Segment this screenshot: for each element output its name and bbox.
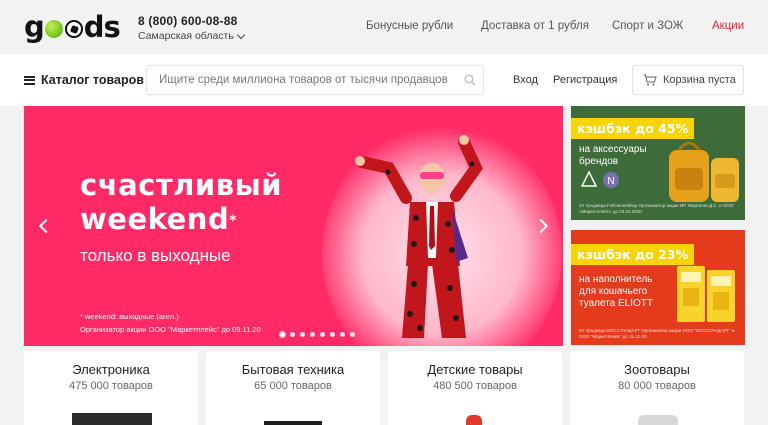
- brand-logos-icon: N: [581, 170, 619, 188]
- carousel-dot[interactable]: [320, 332, 325, 337]
- cart-button[interactable]: Корзина пуста: [632, 65, 744, 95]
- category-count: 80 000 товаров: [618, 380, 696, 392]
- category-image: [466, 415, 482, 425]
- search-bar-row: Каталог товаров Вход Регистрация Корзина…: [0, 54, 768, 106]
- banner-headline-line2: weekend: [80, 202, 230, 236]
- category-card-kids[interactable]: Детские товары 480 500 товаров: [388, 351, 562, 425]
- region-label: Самарская область: [138, 30, 234, 42]
- nav-bonus-rubles[interactable]: Бонусные рубли: [366, 20, 453, 32]
- carousel-dot[interactable]: [280, 332, 285, 337]
- category-card-appliances[interactable]: Бытовая техника 65 000 товаров: [206, 351, 380, 425]
- catalog-label: Каталог товаров: [41, 73, 144, 87]
- category-image: [638, 415, 678, 425]
- search-icon[interactable]: [464, 74, 476, 86]
- category-image: [264, 421, 322, 425]
- side-banner-line: туалета ELIOTT: [579, 298, 654, 309]
- main-promo-banner[interactable]: счастливый weekend* только в выходные * …: [24, 106, 563, 346]
- banner-headline: счастливый weekend*: [80, 168, 282, 236]
- cart-label: Корзина пуста: [663, 74, 736, 86]
- carousel-dot[interactable]: [290, 332, 295, 337]
- category-name: Детские товары: [427, 362, 523, 377]
- search-input[interactable]: [146, 65, 484, 95]
- nav-delivery[interactable]: Доставка от 1 рубля: [481, 20, 589, 32]
- dancing-man-illustration: [355, 135, 483, 338]
- backpack-illustration: [669, 141, 739, 202]
- register-link[interactable]: Регистрация: [553, 74, 617, 86]
- svg-text:N: N: [607, 176, 614, 187]
- category-image: [72, 413, 152, 425]
- carousel-dot[interactable]: [350, 332, 355, 337]
- goods-logo[interactable]: g ds: [24, 10, 121, 44]
- nav-promotions[interactable]: Акции: [712, 20, 744, 32]
- side-banner-accessories[interactable]: кэшбэк до 45% на аксессуары брендов N От…: [571, 106, 745, 220]
- logo-letters-ds: ds: [83, 10, 121, 44]
- category-card-pets[interactable]: Зоотовары 80 000 товаров: [570, 351, 744, 425]
- category-count: 480 500 товаров: [433, 380, 517, 392]
- side-banner-line: на наполнитель: [579, 274, 653, 285]
- category-cards: Электроника 475 000 товаров Бытовая техн…: [24, 351, 745, 425]
- category-count: 65 000 товаров: [254, 380, 332, 392]
- side-banner-line: для кошачьего: [579, 286, 648, 297]
- side-banner-fineprint: От продавца ВОССТАНДАРТ Организатор акци…: [579, 328, 735, 339]
- banner-asterisk: *: [229, 213, 238, 229]
- category-name: Электроника: [72, 362, 150, 377]
- carousel-dot[interactable]: [330, 332, 335, 337]
- carousel-dots: [280, 332, 355, 337]
- carousel-prev-arrow-icon[interactable]: [38, 218, 54, 234]
- logo-letter-g: g: [24, 10, 45, 44]
- category-name: Зоотовары: [624, 362, 690, 377]
- side-banner-fineprint: От продавца Fullcomedshop Организатор ак…: [579, 203, 734, 214]
- side-banner-text: на аксессуары брендов: [579, 144, 647, 168]
- side-banner-line: на аксессуары: [579, 144, 647, 155]
- support-phone[interactable]: 8 (800) 600-08-88: [138, 14, 237, 28]
- catalog-button[interactable]: Каталог товаров: [24, 73, 144, 87]
- logo-ball-icon: [44, 20, 63, 38]
- top-bar: g ds 8 (800) 600-08-88 Самарская область …: [0, 0, 768, 54]
- banner-footnote: * weekend: выходные (англ.): [80, 312, 179, 321]
- banner-organizer-note: Организатор акции ООО "Маркетплейс" до 0…: [80, 325, 261, 334]
- category-card-electronics[interactable]: Электроника 475 000 товаров: [24, 351, 198, 425]
- carousel-dot[interactable]: [310, 332, 315, 337]
- menu-icon: [24, 75, 35, 85]
- nav-sport[interactable]: Спорт и ЗОЖ: [612, 20, 683, 32]
- banner-subtitle: только в выходные: [80, 246, 231, 265]
- banner-headline-line1: счастливый: [80, 168, 283, 202]
- login-link[interactable]: Вход: [513, 74, 538, 86]
- side-banner-cat-litter[interactable]: кэшбэк до 23% на наполнитель для кошачье…: [571, 230, 745, 345]
- chevron-down-icon: [236, 30, 246, 39]
- litter-packages-illustration: [677, 266, 735, 322]
- category-name: Бытовая техника: [241, 362, 345, 377]
- logo-soccer-ball-icon: [64, 20, 83, 38]
- category-count: 475 000 товаров: [69, 380, 153, 392]
- carousel-dot[interactable]: [300, 332, 305, 337]
- side-banner-text: на наполнитель для кошачьего туалета ELI…: [579, 274, 653, 310]
- region-selector[interactable]: Самарская область: [138, 30, 246, 42]
- cart-icon: [643, 74, 657, 86]
- carousel-dot[interactable]: [340, 332, 345, 337]
- side-banner-line: брендов: [579, 156, 619, 167]
